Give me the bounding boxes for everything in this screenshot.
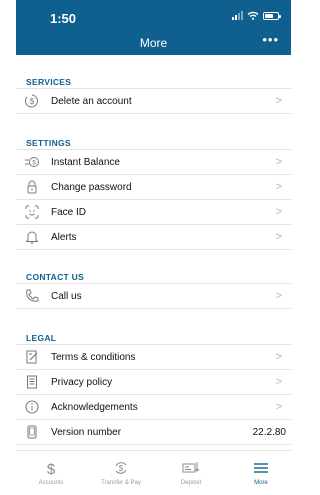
divider <box>16 249 291 250</box>
info-icon <box>24 399 40 415</box>
status-icons <box>232 11 281 20</box>
tab-transfer-pay[interactable]: $ Transfer & Pay <box>91 460 151 486</box>
pencil-document-icon <box>24 349 40 365</box>
divider <box>16 444 291 445</box>
face-id-icon <box>24 204 40 220</box>
chevron-right-icon: > <box>275 401 282 413</box>
tab-label: Transfer & Pay <box>101 480 141 486</box>
status-time: 1:50 <box>50 11 77 26</box>
chevron-right-icon: > <box>275 206 282 218</box>
page-title: More <box>139 36 168 50</box>
tab-label: Accounts <box>38 480 64 486</box>
row-label: Alerts <box>51 231 77 243</box>
svg-text:$: $ <box>32 161 36 167</box>
tab-accounts[interactable]: $ Accounts <box>21 460 81 486</box>
menu-icon <box>231 460 291 476</box>
tab-deposit[interactable]: Deposit <box>161 460 221 486</box>
row-label: Change password <box>51 181 132 193</box>
instant-balance-icon: $ <box>24 154 40 170</box>
row-label: Terms & conditions <box>51 351 136 363</box>
row-change-password[interactable]: Change password > <box>16 175 291 199</box>
row-label: Acknowledgements <box>51 401 138 413</box>
bell-icon <box>24 229 40 245</box>
version-value: 22.2.80 <box>252 426 286 438</box>
lock-icon <box>24 179 40 195</box>
row-acknowledgements[interactable]: Acknowledgements > <box>16 395 291 419</box>
dollar-icon: $ <box>21 460 81 476</box>
svg-text:$: $ <box>47 461 56 476</box>
row-version-number: Version number 22.2.80 <box>16 420 291 444</box>
row-call-us[interactable]: Call us > <box>16 284 291 308</box>
chevron-right-icon: > <box>275 351 282 363</box>
more-options-button[interactable]: ••• <box>262 32 279 47</box>
row-label: Call us <box>51 290 82 302</box>
divider <box>16 113 291 114</box>
row-label: Delete an account <box>51 95 132 107</box>
row-label: Version number <box>51 426 122 438</box>
battery-icon <box>263 11 281 20</box>
row-label: Face ID <box>51 206 87 218</box>
divider <box>16 308 291 309</box>
chevron-right-icon: > <box>275 156 282 168</box>
row-alerts[interactable]: Alerts > <box>16 225 291 249</box>
row-face-id[interactable]: Face ID > <box>16 200 291 224</box>
row-label: Privacy policy <box>51 376 113 388</box>
wifi-icon <box>247 11 259 20</box>
section-header-services: SERVICES <box>26 77 72 87</box>
chevron-right-icon: > <box>275 290 282 302</box>
svg-text:$: $ <box>30 97 35 106</box>
tab-label: More <box>254 480 268 486</box>
chevron-right-icon: > <box>275 376 282 388</box>
svg-text:$: $ <box>119 464 124 473</box>
row-privacy-policy[interactable]: Privacy policy > <box>16 370 291 394</box>
row-terms-conditions[interactable]: Terms & conditions > <box>16 345 291 369</box>
chevron-right-icon: > <box>275 95 282 107</box>
row-instant-balance[interactable]: $ Instant Balance > <box>16 150 291 174</box>
check-deposit-icon <box>161 460 221 476</box>
cellular-signal-icon <box>232 11 243 20</box>
dollar-circle-icon: $ <box>24 93 40 109</box>
phone-icon <box>24 288 40 304</box>
tab-more[interactable]: More <box>231 460 291 486</box>
top-bar: 1:50 More ••• <box>16 0 291 55</box>
section-header-settings: SETTINGS <box>26 138 71 148</box>
phone-device-icon <box>24 424 40 440</box>
row-delete-account[interactable]: $ Delete an account > <box>16 89 291 113</box>
chevron-right-icon: > <box>275 181 282 193</box>
chevron-right-icon: > <box>275 231 282 243</box>
section-header-legal: LEGAL <box>26 333 57 343</box>
dollar-arrows-icon: $ <box>91 460 151 476</box>
tab-label: Deposit <box>180 480 202 486</box>
row-label: Instant Balance <box>51 156 120 168</box>
document-lines-icon <box>24 374 40 390</box>
bottom-tab-bar: $ Accounts $ Transfer & Pay Deposit More <box>16 450 291 495</box>
section-header-contact: CONTACT US <box>26 272 85 282</box>
